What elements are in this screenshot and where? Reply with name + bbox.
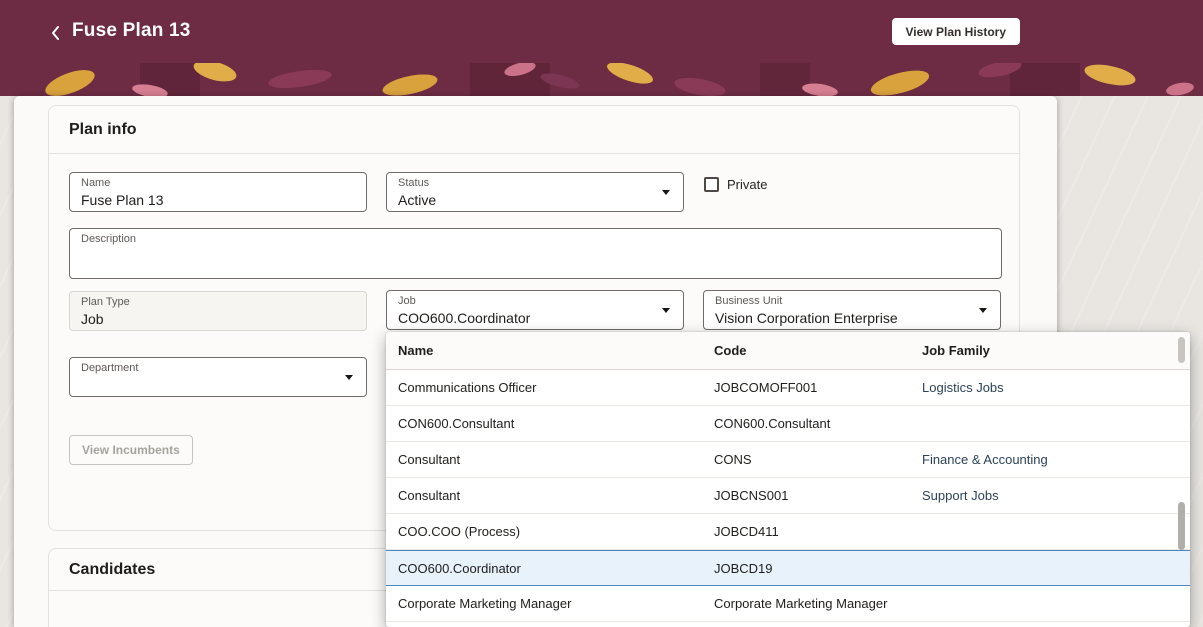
private-checkbox[interactable] [704,177,719,192]
chevron-down-icon [662,308,670,313]
app-root: Fuse Plan 13 View Plan History Plan info… [0,0,1203,627]
job-family-cell [910,586,1190,621]
view-incumbents-button[interactable]: View Incumbents [69,435,193,465]
job-name-cell: COO.COO (Process) [398,524,521,539]
status-field-label: Status [398,177,430,189]
job-field-label: Job [398,295,416,307]
job-dropdown-popup: Name Code Job Family Communications Offi… [386,332,1190,627]
job-code-cell: CON600.Consultant [714,416,831,431]
job-dropdown-rows: Communications Officer JOBCOMOFF001 Logist… [386,370,1190,622]
job-name-cell: COO600.Coordinator [398,560,521,576]
banner-pattern [0,63,1203,96]
scrollbar-thumb[interactable] [1178,502,1185,550]
private-label: Private [727,177,768,192]
plan-type-field-label: Plan Type [81,296,130,308]
job-name-cell: Consultant [398,452,461,467]
job-name-cell: Communications Officer [398,380,537,395]
business-unit-field-label: Business Unit [715,295,783,307]
column-header-name: Name [398,343,434,358]
job-field-value: COO600.Coordinator [398,310,531,326]
status-field-value: Active [398,192,437,208]
job-family-cell: Support Jobs [922,488,999,503]
job-code-cell: JOBCNS001 [714,488,789,503]
plan-info-title: Plan info [69,120,137,138]
plan-info-header: Plan info [49,106,1019,154]
job-family-cell [910,406,1190,441]
chevron-down-icon [345,375,353,380]
job-code-cell: JOBCOMOFF001 [714,380,818,395]
job-code-cell: CONS [714,452,752,467]
job-code-cell: Corporate Marketing Manager [714,596,888,611]
job-dropdown-row[interactable]: Consultant CONS Finance & Accounting [386,442,1190,478]
job-code-cell: JOBCD411 [714,524,779,539]
description-field-label: Description [81,233,137,245]
chevron-down-icon [979,308,987,313]
plan-type-field: Plan Type Job [69,291,367,331]
view-plan-history-button[interactable]: View Plan History [891,18,1020,45]
description-field[interactable]: Description [69,228,1002,279]
name-field-label: Name [81,177,111,189]
scrollbar-thumb[interactable] [1178,337,1185,363]
chevron-down-icon [662,190,670,195]
job-name-cell: Consultant [398,488,461,503]
job-dropdown-row[interactable]: CON600.Consultant CON600.Consultant [386,406,1190,442]
job-dropdown-row[interactable]: COO600.Coordinator JOBCD19 [386,550,1190,586]
job-name-cell: CON600.Consultant [398,416,515,431]
business-unit-dropdown[interactable]: Business Unit Vision Corporation Enterpr… [703,290,1001,330]
department-dropdown[interactable]: Department [69,357,367,397]
name-field-value: Fuse Plan 13 [81,192,164,208]
header-bar: Fuse Plan 13 View Plan History [0,0,1203,63]
job-code-cell: JOBCD19 [714,560,773,576]
banner-image [0,63,1203,96]
job-family-cell: Logistics Jobs [922,380,1004,395]
department-field-label: Department [81,362,139,374]
name-field[interactable]: Name Fuse Plan 13 [69,172,367,212]
column-header-code: Code [714,343,747,358]
job-dropdown-row[interactable]: Corporate Marketing Manager Corporate Mar… [386,586,1190,622]
job-dropdown-row[interactable]: Communications Officer JOBCOMOFF001 Logist… [386,370,1190,406]
chevron-left-icon [52,26,59,40]
job-name-cell: Corporate Marketing Manager [398,596,572,611]
job-dropdown-row[interactable]: COO.COO (Process) JOBCD411 [386,514,1190,550]
job-family-cell: Finance & Accounting [922,452,1048,467]
job-dropdown-header-row: Name Code Job Family [386,332,1190,370]
page-title: Fuse Plan 13 [72,20,191,41]
job-family-cell [910,514,1190,549]
candidates-title: Candidates [69,560,156,578]
business-unit-field-value: Vision Corporation Enterprise [715,310,898,326]
status-dropdown[interactable]: Status Active [386,172,684,212]
job-dropdown-row[interactable]: Consultant JOBCNS001 Support Jobs [386,478,1190,514]
plan-type-field-value: Job [81,311,104,327]
job-family-cell [910,551,1190,585]
job-dropdown-field[interactable]: Job COO600.Coordinator [386,290,684,330]
column-header-job-family: Job Family [922,343,990,358]
private-option: Private [704,177,767,192]
back-button[interactable] [44,22,66,44]
